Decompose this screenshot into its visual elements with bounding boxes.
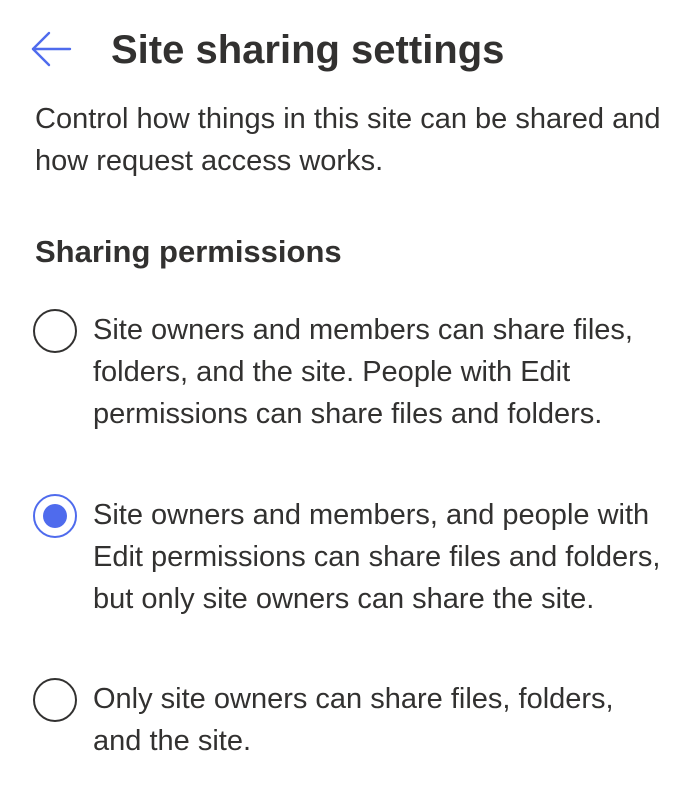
page-title: Site sharing settings bbox=[111, 28, 505, 72]
page-description: Control how things in this site can be s… bbox=[35, 103, 661, 177]
panel-header: Site sharing settings bbox=[0, 0, 681, 100]
option-label: Only site owners can share files, folder… bbox=[93, 683, 614, 757]
option-label: Site owners and members, and people with… bbox=[93, 499, 661, 615]
radio-button-option-1[interactable] bbox=[33, 309, 77, 353]
radio-selected-dot bbox=[43, 504, 67, 528]
option-label: Site owners and members can share files,… bbox=[93, 314, 633, 430]
arrow-left-icon bbox=[30, 30, 74, 70]
back-button[interactable] bbox=[30, 30, 74, 70]
sharing-permissions-heading: Sharing permissions bbox=[35, 234, 342, 269]
radio-button-option-3[interactable] bbox=[33, 678, 77, 722]
site-sharing-settings-panel: Site sharing settings Control how things… bbox=[0, 0, 681, 803]
radio-button-option-2[interactable] bbox=[33, 494, 77, 538]
